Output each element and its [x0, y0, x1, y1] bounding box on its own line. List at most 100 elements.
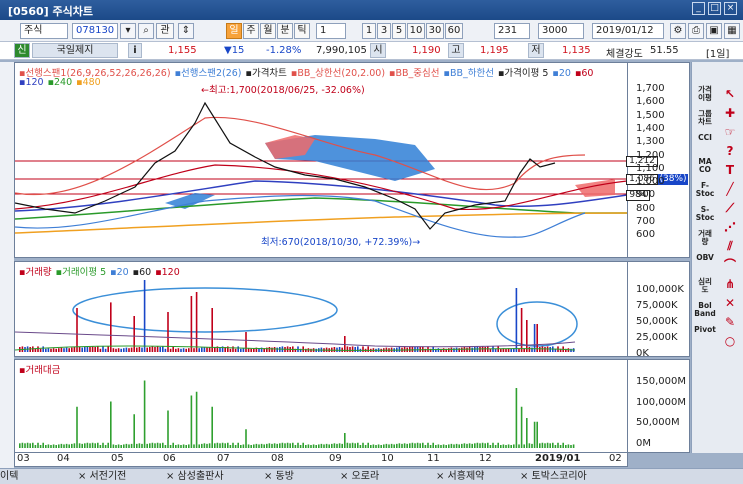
stock-tab[interactable]: × 삼성출판사: [166, 470, 224, 484]
maximize-icon[interactable]: □: [708, 2, 721, 15]
volume-bar: [47, 348, 50, 352]
settings-icon[interactable]: ⚙: [670, 23, 686, 39]
stock-tab[interactable]: × 서흥제약: [436, 470, 484, 484]
volume-bar: [448, 348, 450, 352]
amount-bar: [198, 444, 200, 448]
interval-input[interactable]: 1: [316, 23, 346, 39]
amount-bar: [130, 443, 133, 448]
search-icon[interactable]: ⌕: [138, 23, 154, 39]
price-chart-pane[interactable]: ▪선행스팬1(26,9,26,52,26,26,26) ▪선행스팬2(26) ▪가격…: [14, 62, 628, 258]
amount-bar: [450, 443, 453, 448]
market-select[interactable]: 주식: [20, 23, 68, 39]
period-week-button[interactable]: 주: [243, 23, 259, 39]
indicator-button[interactable]: 가격 이평: [694, 84, 716, 106]
amount-chart-pane[interactable]: ▪거래대금: [14, 359, 628, 453]
stock-tab[interactable]: × 토박스코리아: [520, 470, 587, 484]
stock-code-input[interactable]: 078130: [72, 23, 118, 39]
close-icon[interactable]: ×: [724, 2, 737, 15]
dropdown-icon[interactable]: ▾: [120, 23, 136, 39]
circle-icon[interactable]: ○: [719, 331, 741, 353]
amount-bar: [143, 380, 146, 448]
search-button[interactable]: 관: [156, 23, 174, 39]
amount-bar: [489, 445, 492, 448]
volume-bar: [484, 347, 486, 352]
interval-3-button[interactable]: 3: [377, 23, 391, 39]
volume-bar: [245, 332, 247, 352]
volume-bar: [175, 348, 177, 352]
volume-bar: [89, 347, 91, 352]
max-count-input[interactable]: 3000: [538, 23, 584, 39]
interval-5-button[interactable]: 5: [392, 23, 406, 39]
volume-bar: [159, 347, 161, 352]
interval-30-button[interactable]: 30: [426, 23, 444, 39]
amount-bar: [284, 443, 286, 448]
volume-bar: [271, 347, 273, 352]
amount-bar: [172, 442, 174, 448]
volume-bar: [65, 347, 68, 352]
date-axis: 03 04 05 06 07 08 09 10 11 12 2019/01 02: [14, 453, 628, 467]
indicator-button[interactable]: Bol Band: [694, 300, 716, 322]
period-minute-button[interactable]: 분: [277, 23, 293, 39]
indicator-panel: 가격 이평 그룹 차트 CCI MA CO F- Stoc S- Stoc 거래 량 OBV 심…: [691, 62, 743, 453]
date-input[interactable]: 2019/01/12: [592, 23, 664, 39]
open-label: 시: [370, 43, 386, 58]
amount-bar: [167, 410, 169, 448]
minimize-icon[interactable]: _: [692, 2, 705, 15]
volume-bar: [182, 348, 185, 352]
x-tick-label: 11: [427, 453, 440, 464]
amount-bar: [260, 443, 263, 448]
stock-tab[interactable]: × 동방: [264, 470, 294, 484]
period-day-button[interactable]: 일: [226, 23, 242, 39]
ma480-line: [15, 212, 627, 234]
price-y-axis: 1,212 1,086 984 (38%) 1,700 1,600 1,500 1,4…: [626, 62, 690, 258]
max-annotation: ←최고:1,700(2018/06/25, -32.06%): [201, 85, 365, 96]
indicator-button[interactable]: 거래 량: [694, 228, 716, 250]
stock-tab[interactable]: × 서전기전: [78, 470, 126, 484]
indicator-button[interactable]: 심리 도: [694, 276, 716, 298]
stock-tab[interactable]: × 오로라: [340, 470, 379, 484]
amount-bar: [229, 445, 232, 448]
volume-bar: [91, 346, 94, 352]
spin-icon[interactable]: ⇕: [178, 23, 194, 39]
amount-bar: [71, 443, 73, 448]
print-icon[interactable]: ⎙: [688, 23, 704, 39]
amount-bar: [107, 442, 109, 448]
interval-10-button[interactable]: 10: [407, 23, 425, 39]
volume-chart-pane[interactable]: ▪거래량 ▪거래이평 5 ▪20 ▪60 ▪120: [14, 261, 628, 357]
amount-bar: [268, 443, 271, 448]
stock-tab[interactable]: 이텍: [0, 470, 18, 484]
volume-bar: [193, 348, 195, 352]
volume-bar: [63, 348, 65, 352]
indicator-button[interactable]: 그룹 차트: [694, 108, 716, 130]
indicator-button[interactable]: S- Stoc: [694, 204, 716, 226]
volume-bar: [68, 348, 70, 352]
info-button[interactable]: i: [128, 43, 142, 58]
amount-bar: [502, 444, 505, 448]
amount-bar: [120, 445, 122, 448]
period-tick-button[interactable]: 틱: [294, 23, 310, 39]
indicator-button[interactable]: F- Stoc: [694, 180, 716, 202]
amount-bar: [177, 444, 180, 448]
amount-bar: [372, 444, 375, 448]
volume-bar: [266, 347, 268, 352]
interval-1-button[interactable]: 1: [362, 23, 376, 39]
layout-icon[interactable]: ▦: [724, 23, 740, 39]
interval-60-button[interactable]: 60: [445, 23, 463, 39]
period-month-button[interactable]: 월: [260, 23, 276, 39]
save-icon[interactable]: ▣: [706, 23, 722, 39]
amount-bar: [227, 442, 229, 448]
count-input[interactable]: 231: [494, 23, 530, 39]
amount-bar: [310, 445, 312, 448]
amount-bar: [341, 443, 343, 448]
amount-bar: [393, 444, 395, 448]
amount-bar: [32, 442, 34, 448]
volume-bar: [539, 347, 541, 352]
strength-label: 체결강도: [606, 49, 643, 60]
indicator-button[interactable]: MA CO: [694, 156, 716, 178]
indicator-button[interactable]: OBV: [694, 252, 716, 274]
indicator-button[interactable]: Pivot: [694, 324, 716, 346]
indicator-button[interactable]: CCI: [694, 132, 716, 154]
amount-bar: [388, 444, 390, 448]
amount-bar: [432, 442, 434, 448]
amount-bar: [331, 443, 333, 448]
